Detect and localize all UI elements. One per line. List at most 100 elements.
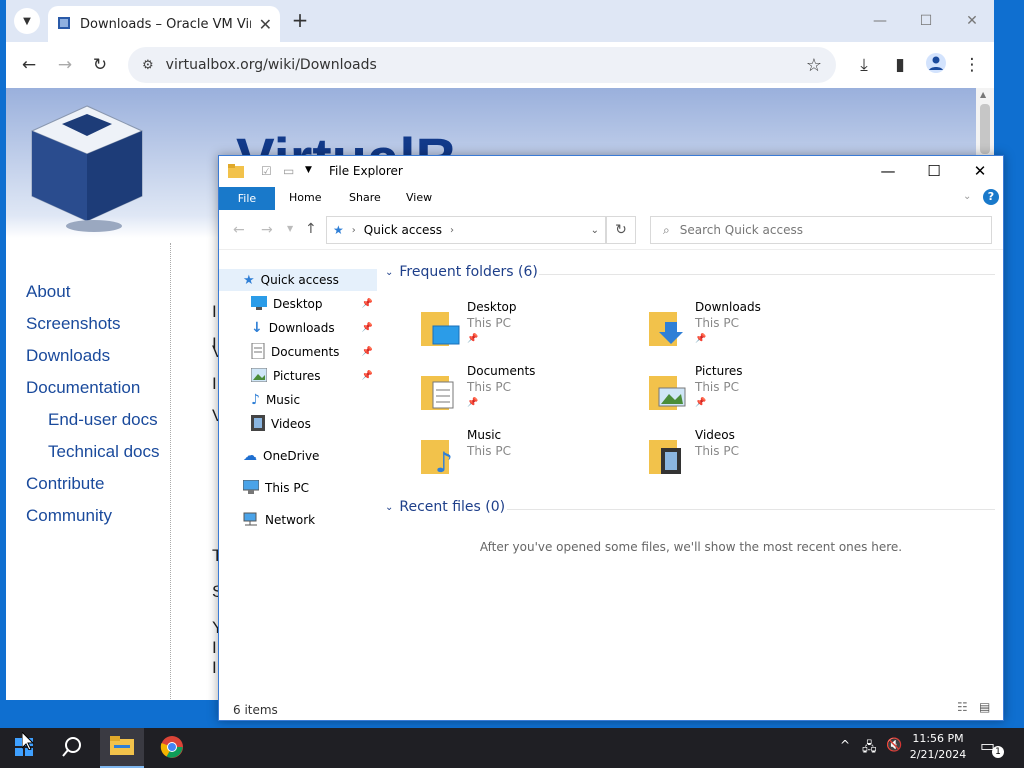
ribbon-tab-file[interactable]: File (219, 187, 275, 210)
folder-tile-videos[interactable]: Videos This PC (647, 428, 867, 488)
page-text-fragment: I (212, 302, 217, 321)
browser-menu-icon[interactable]: ⋮ (959, 52, 985, 78)
folder-location: This PC (467, 444, 511, 458)
collapse-chevron-icon[interactable]: ⌄ (385, 267, 393, 278)
nav-item-onedrive[interactable]: ☁ OneDrive (219, 445, 377, 467)
explorer-up-icon[interactable]: ↑ (305, 221, 317, 237)
frequent-folders-header[interactable]: ⌄ Frequent folders (6) (385, 264, 538, 280)
explorer-maximize-icon[interactable]: ☐ (911, 156, 957, 186)
clock-date: 2/21/2024 (909, 748, 967, 761)
taskbar-clock[interactable]: 11:56 PM 2/21/2024 (903, 731, 973, 763)
collapse-chevron-icon[interactable]: ⌄ (385, 502, 393, 513)
pin-icon: 📌 (467, 334, 479, 344)
explorer-minimize-icon[interactable]: — (865, 156, 911, 186)
notification-center-button[interactable]: ▭ 1 (980, 736, 1006, 760)
clock-time: 11:56 PM (912, 732, 964, 745)
breadcrumb-chevron-icon[interactable]: › (450, 225, 454, 236)
folder-tile-documents[interactable]: Documents This PC 📌 (419, 364, 639, 424)
nav-item-videos[interactable]: Videos (219, 413, 377, 435)
explorer-refresh-icon[interactable]: ↻ (606, 216, 636, 244)
tab-search-chevron-icon[interactable]: ▼ (14, 8, 40, 34)
folder-tile-desktop[interactable]: Desktop This PC 📌 (419, 300, 639, 360)
nav-item-music[interactable]: ♪ Music (219, 389, 377, 411)
group-divider (539, 274, 995, 275)
details-view-icon[interactable]: ☷ (957, 700, 968, 714)
hidden-icons-chevron-icon[interactable]: ^ (840, 738, 850, 752)
explorer-titlebar[interactable]: ☑ ▭ ▼ File Explorer — ☐ ✕ (219, 156, 1003, 186)
browser-tab[interactable]: Downloads – Oracle VM VirtualBox ✕ (48, 6, 280, 42)
address-dropdown-icon[interactable]: ⌄ (591, 225, 599, 236)
folder-tile-pictures[interactable]: Pictures This PC 📌 (647, 364, 867, 424)
recent-files-header[interactable]: ⌄ Recent files (0) (385, 499, 505, 515)
folder-tile-music[interactable]: ♪ Music This PC (419, 428, 639, 488)
qat-properties-icon[interactable]: ☑ (261, 164, 272, 178)
nav-item-label: Quick access (260, 273, 339, 287)
url-text[interactable]: virtualbox.org/wiki/Downloads (166, 57, 794, 73)
recent-locations-icon[interactable]: ▼ (287, 224, 293, 233)
virtualbox-logo-icon[interactable] (22, 96, 152, 239)
nav-item-quick-access[interactable]: ★ Quick access (219, 269, 377, 291)
pin-icon[interactable]: 📌 (362, 323, 373, 333)
taskbar-chrome[interactable] (150, 728, 194, 768)
nav-link-downloads[interactable]: Downloads (26, 346, 110, 366)
folder-tile-downloads[interactable]: Downloads This PC 📌 (647, 300, 867, 360)
tab-close-icon[interactable]: ✕ (259, 15, 272, 34)
desktop-icon (251, 295, 267, 313)
nav-item-downloads[interactable]: ↓ Downloads 📌 (219, 317, 377, 339)
pin-icon[interactable]: 📌 (362, 371, 373, 381)
new-tab-plus-icon[interactable]: + (288, 9, 312, 33)
pin-icon[interactable]: 📌 (362, 299, 373, 309)
breadcrumb-quick-access[interactable]: Quick access (364, 223, 442, 237)
qat-new-folder-icon[interactable]: ▭ (283, 164, 294, 178)
qat-dropdown-icon[interactable]: ▼ (305, 165, 312, 175)
nav-link-documentation[interactable]: Documentation (26, 378, 140, 398)
ribbon-expand-chevron-icon[interactable]: ⌄ (963, 191, 971, 202)
nav-link-contribute[interactable]: Contribute (26, 474, 104, 494)
volume-muted-icon[interactable]: 🔇 (886, 738, 902, 753)
nav-item-desktop[interactable]: Desktop 📌 (219, 293, 377, 315)
videos-folder-icon (647, 436, 689, 479)
nav-link-end-user-docs[interactable]: End-user docs (48, 410, 158, 430)
browser-minimize-icon[interactable]: — (858, 8, 902, 34)
explorer-forward-icon[interactable]: → (261, 222, 273, 238)
bookmark-star-icon[interactable]: ☆ (806, 55, 822, 76)
nav-item-documents[interactable]: Documents 📌 (219, 341, 377, 363)
side-panel-icon[interactable]: ▮ (887, 52, 913, 78)
browser-close-icon[interactable]: ✕ (950, 8, 994, 34)
page-scroll-thumb[interactable] (980, 104, 990, 154)
nav-link-community[interactable]: Community (26, 506, 112, 526)
scroll-up-arrow-icon[interactable]: ▲ (980, 90, 986, 99)
search-icon: ⌕ (663, 222, 670, 237)
network-status-icon[interactable]: 🖧 (862, 738, 877, 760)
folder-name: Music (467, 428, 502, 442)
forward-arrow-icon[interactable]: → (52, 52, 78, 78)
ribbon-tab-view[interactable]: View (406, 191, 432, 204)
taskbar-file-explorer[interactable] (100, 728, 144, 768)
explorer-address-bar[interactable]: ★ › Quick access › ⌄ (326, 216, 606, 244)
explorer-back-icon[interactable]: ← (233, 222, 245, 238)
documents-folder-icon (419, 372, 461, 415)
nav-link-screenshots[interactable]: Screenshots (26, 314, 121, 334)
nav-link-about[interactable]: About (26, 282, 70, 302)
ribbon-tab-share[interactable]: Share (349, 191, 381, 204)
explorer-search-input[interactable]: ⌕ Search Quick access (650, 216, 992, 244)
profile-avatar-icon[interactable] (923, 52, 949, 78)
pin-icon[interactable]: 📌 (362, 347, 373, 357)
help-icon[interactable]: ? (983, 189, 999, 205)
ribbon-tab-home[interactable]: Home (289, 191, 321, 204)
nav-link-technical-docs[interactable]: Technical docs (48, 442, 160, 462)
address-bar[interactable]: ⚙ virtualbox.org/wiki/Downloads ☆ (128, 47, 836, 83)
explorer-close-icon[interactable]: ✕ (957, 156, 1003, 186)
tiles-view-icon[interactable]: ▤ (979, 700, 990, 714)
download-icon[interactable]: ⤓ (851, 52, 877, 78)
nav-item-this-pc[interactable]: This PC (219, 477, 377, 499)
taskbar-search-button[interactable] (50, 728, 94, 768)
network-icon (243, 512, 259, 529)
site-info-icon[interactable]: ⚙ (142, 58, 154, 73)
nav-item-pictures[interactable]: Pictures 📌 (219, 365, 377, 387)
back-arrow-icon[interactable]: ← (16, 52, 42, 78)
browser-maximize-icon[interactable]: ☐ (904, 8, 948, 34)
breadcrumb-chevron-icon[interactable]: › (352, 225, 356, 236)
reload-icon[interactable]: ↻ (87, 52, 113, 78)
nav-item-network[interactable]: Network (219, 509, 377, 531)
